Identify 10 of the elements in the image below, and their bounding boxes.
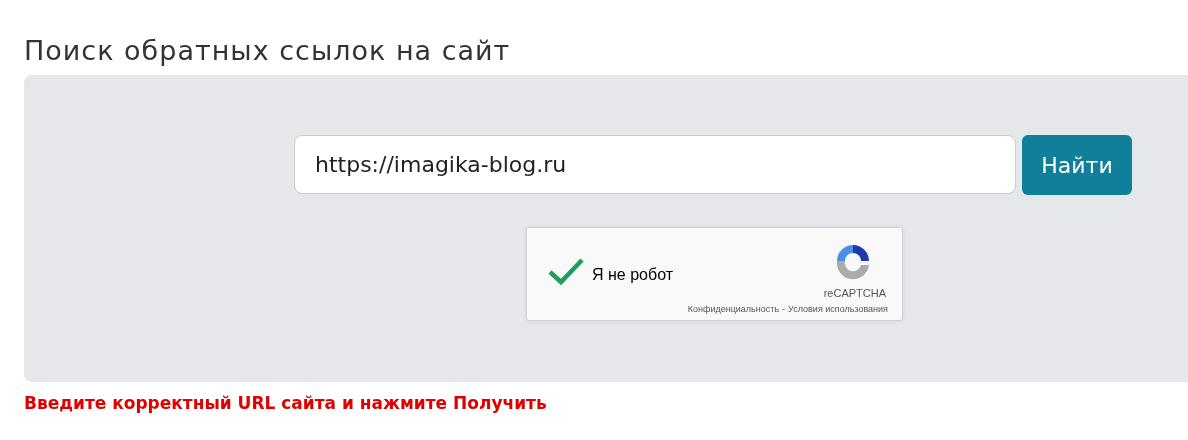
terms-link[interactable]: Условия использования (788, 303, 888, 317)
find-button[interactable]: Найти (1022, 135, 1132, 195)
checkmark-icon[interactable] (547, 256, 585, 286)
captcha-label: Я не робот (592, 265, 673, 285)
privacy-link[interactable]: Конфиденциальность (687, 303, 780, 317)
link-separator: - (782, 303, 786, 316)
page-title: Поиск обратных ссылок на сайт (24, 34, 512, 68)
recaptcha-brand: reCAPTCHA (823, 286, 886, 301)
url-field[interactable]: https://imagika-blog.ru (294, 135, 1016, 194)
hint-text: Введите корректный URL сайта и нажмите Получить (24, 392, 548, 415)
